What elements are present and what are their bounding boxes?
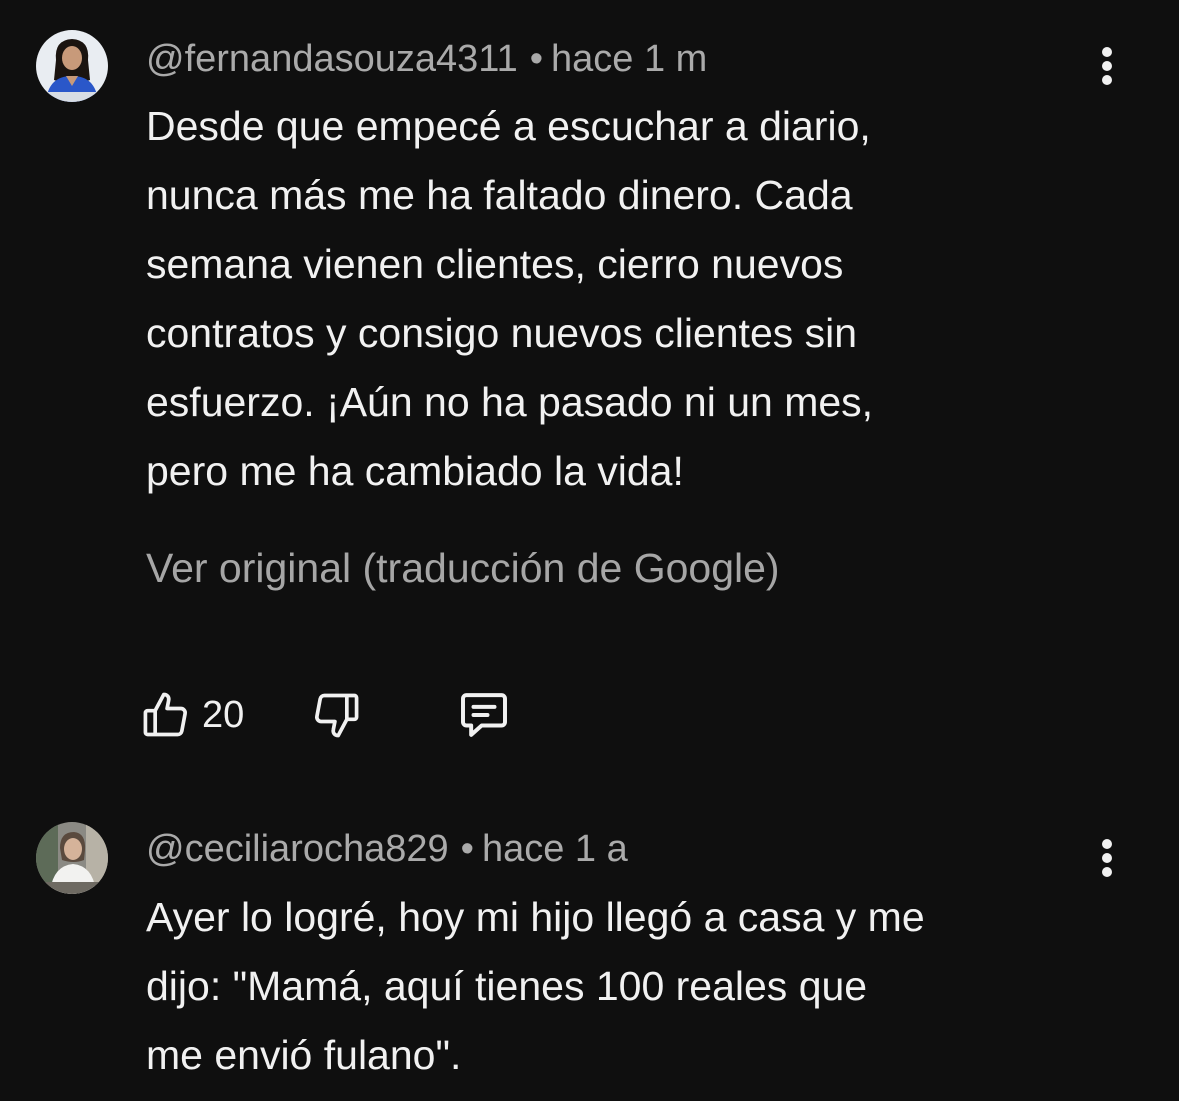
more-vert-icon	[1102, 47, 1112, 85]
thumb-down-icon	[315, 693, 359, 738]
comment-time[interactable]: hace 1 a	[482, 828, 628, 870]
avatar[interactable]	[36, 30, 108, 102]
avatar-image	[36, 822, 108, 894]
comment-time[interactable]: hace 1 m	[551, 38, 707, 80]
comment-item: @fernandasouza4311 • hace 1 m Desde que em…	[0, 0, 1179, 770]
comment-icon	[461, 693, 507, 737]
dislike-button[interactable]	[310, 684, 362, 746]
avatar-image	[36, 30, 108, 102]
meta-separator: •	[460, 828, 474, 870]
comment-line: dijo: "Mamá, aquí tienes 100 reales que	[146, 963, 868, 1009]
more-vert-icon	[1102, 839, 1112, 877]
author-name[interactable]: @ceciliarocha829	[146, 828, 449, 870]
reply-button[interactable]	[456, 684, 512, 746]
comment-line: Ayer lo logré, hoy mi hijo llegó a casa …	[146, 894, 925, 940]
comment-item: @ceciliarocha829 • hace 1 a Ayer lo logré,…	[0, 770, 1179, 1101]
thumb-up-icon	[143, 692, 187, 737]
like-count: 20	[202, 693, 245, 736]
comment-line: pero me ha cambiado la vida!	[146, 448, 684, 494]
comment-line: esfuerzo. ¡Aún no ha pasado ni un mes,	[146, 379, 874, 425]
comment-body: Desde que empecé a escuchar a diario, nu…	[146, 92, 1136, 506]
like-button[interactable]: 20	[140, 684, 244, 746]
comment-body: Ayer lo logré, hoy mi hijo llegó a casa …	[146, 883, 1136, 1090]
comment-line: semana vienen clientes, cierro nuevos	[146, 241, 844, 287]
avatar[interactable]	[36, 822, 108, 894]
author-name[interactable]: @fernandasouza4311	[146, 38, 518, 80]
comment-line: me envió fulano".	[146, 1032, 462, 1078]
comment-line: Desde que empecé a escuchar a diario,	[146, 103, 871, 149]
view-original-link[interactable]: Ver original (traducción de Google)	[146, 543, 780, 593]
meta-separator: •	[529, 38, 544, 80]
more-options-button[interactable]	[1086, 38, 1128, 94]
comment-line: nunca más me ha faltado dinero. Cada	[146, 172, 853, 218]
more-options-button[interactable]	[1086, 830, 1128, 886]
comment-line: contratos y consigo nuevos clientes sin	[146, 310, 858, 356]
comment-meta: @ceciliarocha829 • hace 1 a	[146, 826, 628, 872]
comment-meta: @fernandasouza4311 • hace 1 m	[146, 36, 707, 82]
comment-actions: 20	[140, 684, 560, 746]
